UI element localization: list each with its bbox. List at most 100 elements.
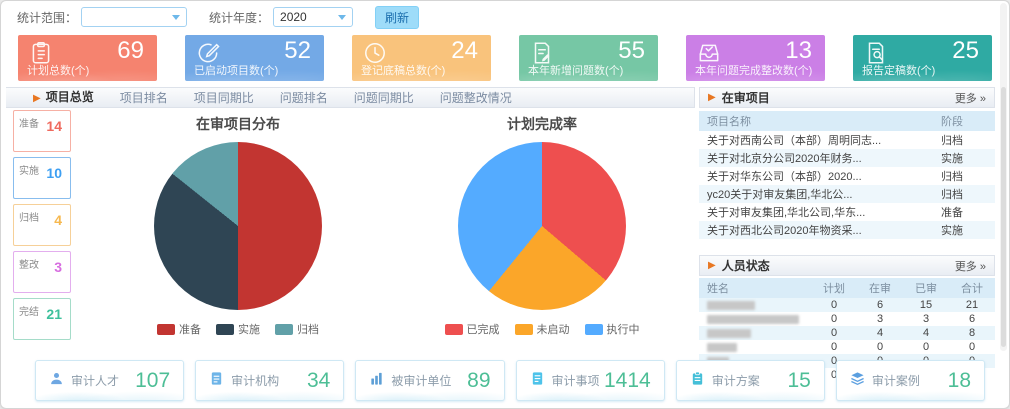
more-link[interactable]: 更多 » [955,90,986,106]
status-box-prepare: 准备 14 [13,110,71,152]
file-icon [209,371,224,391]
legend-item[interactable]: 已完成 [445,321,500,337]
legend-item[interactable]: 归档 [275,321,319,337]
table-row[interactable]: 关于对华东公司（本部）2020...归档 [699,167,995,185]
tab-issue-rectification[interactable]: 问题整改情况 [427,88,525,108]
status-box-label: 完结 [19,303,39,318]
kpi-card-plan-total: 69 计划总数(个) [18,35,157,81]
pending-projects-panel: ▶ 在审项目 更多 » 项目名称 阶段 关于对西南公司（本部）周明同志...归档… [699,87,995,239]
summary-card-audit-matters: 审计事项 1414 [516,360,665,401]
table-row[interactable]: 关于对审友集团,华北公司,华东...准备 [699,203,995,221]
inbox-check-icon [696,40,722,71]
tab-issue-ranking[interactable]: 问题排名 [267,88,341,108]
table-row[interactable]: 0336 [699,312,995,326]
legend-swatch [216,324,234,335]
table-row[interactable]: 061521 [699,298,995,312]
kpi-card-registered-drafts: 24 登记底稿总数(个) [352,35,491,81]
status-box-complete: 完结 21 [13,298,71,340]
table-row[interactable]: 关于对西南公司（本部）周明同志...归档 [699,131,995,149]
kpi-value: 25 [952,37,979,65]
legend-item[interactable]: 执行中 [585,321,640,337]
tab-project-overview[interactable]: ▶项目总览 [20,87,107,109]
summary-card-audit-cases: 审计案例 18 [836,360,985,401]
kpi-value: 55 [618,37,645,65]
kpi-value: 52 [284,37,311,65]
redacted-name [707,301,755,310]
legend-swatch [445,324,463,335]
summary-value: 107 [135,369,170,393]
chart-legend: 已完成 未启动 执行中 [391,321,693,337]
table-row[interactable]: yc20关于对审友集团,华北公...归档 [699,185,995,203]
summary-label: 审计人才 [71,372,119,389]
document-pen-icon [529,40,555,71]
status-box-value: 4 [54,212,62,228]
status-box-archive: 归档 4 [13,204,71,246]
summary-value: 89 [467,369,490,393]
status-box-rectify: 整改 3 [13,251,71,293]
refresh-button[interactable]: 刷新 [375,6,419,29]
kpi-label: 本年问题完成整改数(个) [695,62,812,78]
summary-label: 审计案例 [872,372,920,389]
status-box-implement: 实施 10 [13,157,71,199]
summary-value: 15 [788,369,811,393]
legend-item[interactable]: 实施 [216,321,260,337]
more-link[interactable]: 更多 » [955,258,986,274]
kpi-label: 报告定稿数(个) [862,62,935,78]
summary-card-audited-units: 被审计单位 89 [355,360,504,401]
legend-swatch [157,324,175,335]
legend-swatch [275,324,293,335]
status-box-value: 14 [46,118,62,134]
status-box-value: 10 [46,165,62,181]
status-box-column: 准备 14 实施 10 归档 4 整改 3 完结 21 [13,110,73,345]
table-row[interactable]: 0448 [699,326,995,340]
summary-card-audit-talent: 审计人才 107 [35,360,184,401]
tab-bar: ▶项目总览 项目排名 项目同期比 问题排名 问题同期比 问题整改情况 [6,87,695,108]
table-row[interactable]: 0000 [699,340,995,354]
kpi-card-row: 69 计划总数(个) 52 已启动项目数(个) 24 登记底稿总数(个) 55 … [18,35,992,81]
table-row[interactable]: 关于对北京分公司2020年财务...实施 [699,149,995,167]
summary-value: 34 [307,369,330,393]
chart-legend: 准备 实施 归档 [87,321,389,337]
summary-value: 18 [948,369,971,393]
edit-circle-icon [195,40,221,71]
status-box-label: 归档 [19,209,39,224]
kpi-value: 69 [117,37,144,65]
year-select[interactable]: 2020 [273,7,353,27]
bar-chart-icon [369,371,384,391]
kpi-value: 13 [785,37,812,65]
pie-chart-project-distribution: 在审项目分布 准备 实施 归档 [87,109,389,354]
pending-projects-table: 项目名称 阶段 关于对西南公司（本部）周明同志...归档 关于对北京分公司202… [699,111,995,239]
vertical-scrollbar[interactable] [1000,3,1007,351]
staff-status-header: ▶ 人员状态 更多 » [699,255,995,276]
column-header: 计划 [811,278,857,298]
tab-issue-yoy[interactable]: 问题同期比 [341,88,427,108]
column-header: 在审 [857,278,903,298]
year-label: 统计年度： [209,9,269,26]
kpi-card-started-projects: 52 已启动项目数(个) [185,35,324,81]
summary-card-row: 审计人才 107 审计机构 34 被审计单位 89 审计事项 1414 审计方案… [35,360,985,401]
status-box-label: 实施 [19,162,39,177]
kpi-label: 已启动项目数(个) [194,62,278,78]
status-box-value: 3 [54,259,62,275]
legend-item[interactable]: 未启动 [515,321,570,337]
pie-chart-plan-completion: 计划完成率 已完成 未启动 执行中 [391,109,693,354]
pending-projects-header: ▶ 在审项目 更多 » [699,87,995,108]
chevron-down-icon [172,15,180,20]
tab-project-ranking[interactable]: 项目排名 [107,88,181,108]
legend-item[interactable]: 准备 [157,321,201,337]
scope-select[interactable] [81,7,187,27]
status-box-label: 准备 [19,115,39,130]
legend-swatch [585,324,603,335]
kpi-label: 本年新增问题数(个) [528,62,623,78]
panel-title: 在审项目 [722,89,770,106]
chart-title: 在审项目分布 [87,114,389,134]
table-row[interactable]: 关于对西北公司2020年物资采...实施 [699,221,995,239]
scrollbar-thumb[interactable] [1001,87,1006,347]
summary-card-audit-plans: 审计方案 15 [676,360,825,401]
year-select-value: 2020 [280,10,307,24]
scope-label: 统计范围： [17,9,77,26]
tab-project-yoy[interactable]: 项目同期比 [181,88,267,108]
document-icon [530,371,545,391]
section-marker-icon: ▶ [708,260,716,271]
kpi-label: 登记底稿总数(个) [361,62,445,78]
